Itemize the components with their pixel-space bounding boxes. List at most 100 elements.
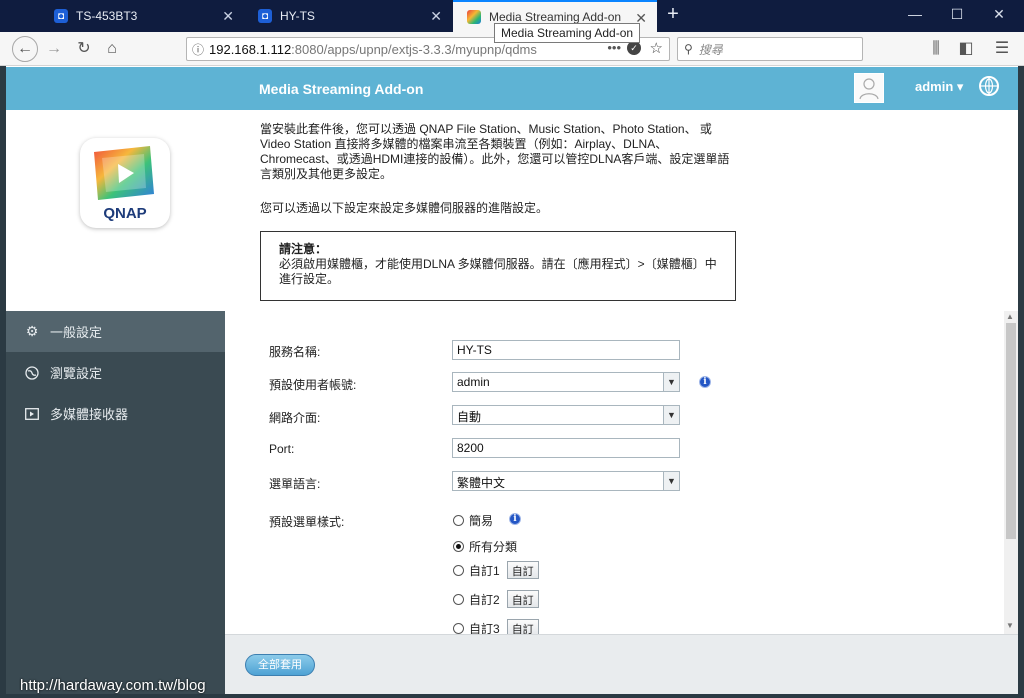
- intro-paragraph: 當安裝此套件後，您可以透過 QNAP File Station、Music St…: [260, 122, 730, 181]
- menu-style-simple-radio[interactable]: 簡易: [453, 512, 493, 529]
- tab-ts453bt3[interactable]: ◘ TS-453BT3 ✕: [40, 0, 244, 32]
- intro-section: QNAP 當安裝此套件後，您可以透過 QNAP File Station、Mus…: [6, 110, 1018, 311]
- radio-label: 自訂1: [469, 563, 500, 578]
- sidebar-item-label: 瀏覽設定: [50, 366, 103, 381]
- menu-style-all-categories-radio[interactable]: 所有分類: [453, 538, 517, 555]
- network-interface-label: 網路介面:: [269, 411, 321, 425]
- radio-button[interactable]: [453, 564, 464, 576]
- radio-label: 所有分類: [469, 540, 518, 554]
- gear-icon: ⚙: [25, 323, 39, 339]
- bookmark-star-icon[interactable]: ☆: [650, 39, 663, 57]
- url-host: 192.168.1.112: [209, 41, 292, 57]
- radio-button[interactable]: [453, 593, 464, 605]
- minimize-icon[interactable]: —: [900, 6, 930, 26]
- globe-icon: [24, 365, 40, 381]
- radio-button-selected[interactable]: [453, 541, 464, 552]
- close-tab-icon[interactable]: ✕: [222, 8, 234, 25]
- sidebar-item-general[interactable]: ⚙ 一般設定: [6, 311, 225, 352]
- menu-icon[interactable]: ☰: [990, 38, 1014, 60]
- chevron-down-icon[interactable]: ▼: [663, 472, 679, 490]
- forward-button[interactable]: →: [42, 38, 66, 60]
- tab-hy-ts[interactable]: ◘ HY-TS ✕: [244, 0, 452, 32]
- custom2-edit-button[interactable]: 自訂: [506, 590, 539, 608]
- user-icon: [859, 78, 879, 100]
- sidebar-item-label: 一般設定: [50, 325, 103, 340]
- user-menu[interactable]: admin ▾: [915, 79, 963, 95]
- app-title: Media Streaming Add-on: [259, 81, 424, 97]
- library-icon[interactable]: ⫼: [924, 38, 948, 60]
- intro-paragraph-2: 您可以透過以下設定來設定多媒體伺服器的進階設定。: [260, 201, 549, 215]
- media-receiver-icon: [24, 406, 40, 422]
- scrollbar-thumb[interactable]: [1006, 323, 1016, 539]
- tab-label: Media Streaming Add-on: [489, 10, 622, 24]
- search-icon: ⚲: [684, 42, 693, 56]
- default-user-label: 預設使用者帳號:: [269, 378, 357, 392]
- radio-label: 簡易: [469, 514, 494, 528]
- settings-sidebar: ⚙ 一般設定 瀏覽設定 多媒體接收器: [6, 311, 225, 694]
- radio-label: 自訂2: [469, 592, 500, 607]
- qnap-logo-text: QNAP: [103, 205, 146, 222]
- chevron-down-icon[interactable]: ▼: [663, 406, 679, 424]
- service-name-input[interactable]: HY-TS: [452, 340, 680, 360]
- default-user-select[interactable]: admin ▼: [452, 372, 680, 392]
- form-footer: 全部套用: [225, 634, 1018, 694]
- search-placeholder: 搜尋: [698, 42, 723, 57]
- sidebar-toggle-icon[interactable]: ◧: [954, 38, 978, 60]
- menu-style-custom1-radio[interactable]: 自訂1 自訂: [453, 561, 539, 579]
- pocket-icon[interactable]: ✓: [627, 41, 641, 55]
- notice-title: 請注意：: [279, 242, 328, 256]
- menu-language-value: 繁體中文: [457, 476, 506, 490]
- close-window-icon[interactable]: ✕: [984, 6, 1014, 26]
- home-button[interactable]: ⌂: [100, 38, 124, 60]
- port-input[interactable]: 8200: [452, 438, 680, 458]
- info-icon[interactable]: i: [509, 513, 521, 525]
- general-settings-form: 服務名稱: HY-TS 預設使用者帳號: admin ▼ i 網路介面: 自動 …: [225, 311, 1018, 634]
- reload-button[interactable]: ↻: [72, 38, 96, 60]
- back-button[interactable]: ←: [12, 36, 38, 62]
- watermark: http://hardaway.com.tw/blog: [20, 677, 206, 694]
- close-tab-icon[interactable]: ✕: [430, 8, 442, 25]
- notice-box: 請注意： 必須啟用媒體櫃，才能使用DLNA 多媒體伺服器。請在〔應用程式〕>〔媒…: [260, 231, 736, 301]
- scroll-down-icon[interactable]: ▼: [1006, 621, 1014, 630]
- search-bar[interactable]: ⚲ 搜尋: [677, 37, 863, 61]
- sidebar-item-browse[interactable]: 瀏覽設定: [6, 352, 225, 393]
- media-streaming-favicon-icon: [467, 10, 481, 24]
- custom3-edit-button[interactable]: 自訂: [506, 619, 539, 634]
- radio-label: 自訂3: [469, 621, 500, 635]
- sidebar-item-label: 多媒體接收器: [50, 407, 129, 422]
- menu-style-custom3-radio[interactable]: 自訂3 自訂: [453, 619, 539, 634]
- menu-style-custom2-radio[interactable]: 自訂2 自訂: [453, 590, 539, 608]
- notice-body: 必須啟用媒體櫃，才能使用DLNA 多媒體伺服器。請在〔應用程式〕>〔媒體櫃〕中進…: [279, 257, 717, 286]
- network-interface-select[interactable]: 自動 ▼: [452, 405, 680, 425]
- radio-button[interactable]: [453, 622, 464, 634]
- menu-language-select[interactable]: 繁體中文 ▼: [452, 471, 680, 491]
- new-tab-button[interactable]: +: [662, 4, 684, 26]
- maximize-icon[interactable]: ☐: [942, 6, 972, 26]
- scroll-up-icon[interactable]: ▲: [1006, 312, 1014, 321]
- url-path: :8080/apps/upnp/extjs-3.3.3/myupnp/qdms: [291, 41, 537, 57]
- default-user-value: admin: [457, 375, 490, 389]
- avatar[interactable]: [854, 73, 884, 103]
- chevron-down-icon[interactable]: ▼: [663, 373, 679, 391]
- radio-button[interactable]: [453, 515, 464, 526]
- custom1-edit-button[interactable]: 自訂: [506, 561, 539, 579]
- menu-style-label: 預設選單樣式:: [269, 515, 345, 529]
- browser-window: ◘ TS-453BT3 ✕ ◘ HY-TS ✕ Media Streaming …: [0, 0, 1024, 698]
- media-streaming-logo: QNAP: [80, 138, 170, 228]
- sidebar-item-media-receiver[interactable]: 多媒體接收器: [6, 393, 225, 434]
- qnap-favicon-icon: ◘: [54, 9, 68, 23]
- menu-language-label: 選單語言:: [269, 477, 321, 491]
- apply-all-button[interactable]: 全部套用: [245, 654, 315, 676]
- tab-label: TS-453BT3: [76, 9, 138, 23]
- info-icon[interactable]: i: [699, 376, 711, 388]
- left-edge: [0, 66, 6, 698]
- language-globe-icon[interactable]: [979, 76, 999, 96]
- right-edge: [1018, 66, 1024, 698]
- tab-tooltip: Media Streaming Add-on: [494, 23, 641, 43]
- info-icon[interactable]: ⓘ: [187, 41, 209, 58]
- qnap-favicon-icon: ◘: [258, 9, 272, 23]
- port-label: Port:: [269, 442, 295, 456]
- service-name-label: 服務名稱:: [269, 345, 321, 359]
- form-scrollbar[interactable]: ▲ ▼: [1004, 311, 1018, 634]
- app-header: Media Streaming Add-on admin ▾: [6, 67, 1018, 110]
